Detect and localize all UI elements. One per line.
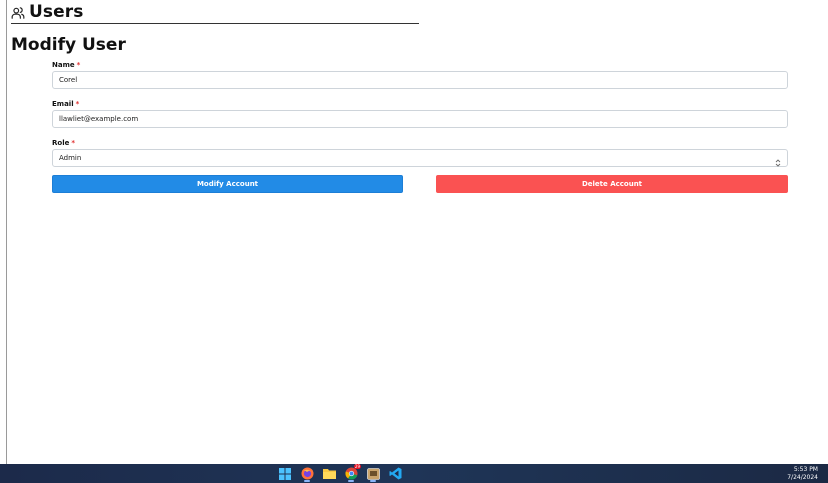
role-label: Role *	[52, 138, 788, 148]
role-label-text: Role	[52, 139, 70, 147]
name-field-group: Name *	[52, 60, 788, 89]
section-header: Users	[11, 1, 419, 24]
email-field-group: Email *	[52, 99, 788, 128]
required-mark: *	[71, 139, 76, 147]
name-input[interactable]	[52, 71, 788, 89]
chevron-up-down-icon	[775, 153, 781, 167]
windows-start-icon[interactable]	[277, 466, 293, 481]
clock-date: 7/24/2024	[787, 474, 818, 481]
required-mark: *	[76, 61, 81, 69]
page-title: Modify User	[11, 35, 126, 55]
firefox-icon[interactable]	[299, 466, 315, 482]
delete-account-button[interactable]: Delete Account	[436, 175, 788, 193]
notification-badge: 29	[353, 464, 361, 469]
email-label: Email *	[52, 99, 788, 109]
email-label-text: Email	[52, 100, 74, 108]
left-border	[6, 0, 7, 464]
name-label: Name *	[52, 60, 788, 70]
app-icon[interactable]	[365, 466, 381, 482]
chrome-icon[interactable]: 29	[343, 464, 361, 482]
name-label-text: Name	[52, 61, 75, 69]
modify-account-button[interactable]: Modify Account	[52, 175, 403, 193]
file-explorer-icon[interactable]	[321, 466, 337, 481]
system-clock[interactable]: 5:53 PM 7/24/2024	[787, 466, 818, 482]
email-input[interactable]	[52, 110, 788, 128]
clock-time: 5:53 PM	[793, 466, 818, 473]
required-mark: *	[75, 100, 80, 108]
vscode-icon[interactable]	[387, 466, 403, 481]
taskbar-icons: 29	[277, 464, 403, 482]
header-title: Users	[29, 2, 84, 22]
role-field-group: Role * Admin	[52, 138, 788, 167]
taskbar: 29 5:53 PM 7/24/2024	[0, 464, 828, 483]
users-icon	[11, 5, 25, 19]
app-window: Users Modify User Name* Email* Role* Adm…	[0, 0, 828, 483]
role-select[interactable]: Admin	[52, 149, 788, 167]
role-select-value[interactable]: Admin	[52, 149, 788, 167]
